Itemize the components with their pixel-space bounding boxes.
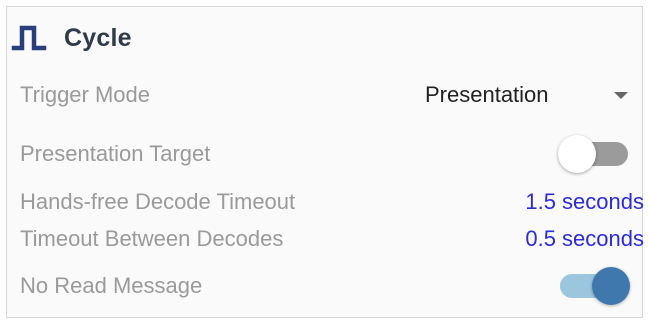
timeout-between-label: Timeout Between Decodes xyxy=(20,226,284,251)
no-read-message-toggle[interactable] xyxy=(560,267,630,305)
presentation-target-label: Presentation Target xyxy=(20,141,211,166)
dropdown-caret-icon xyxy=(614,92,628,99)
hands-free-timeout-label: Hands-free Decode Timeout xyxy=(20,189,296,214)
hands-free-timeout-value[interactable]: 1.5 seconds xyxy=(525,189,644,215)
section-title: Cycle xyxy=(64,23,132,52)
no-read-message-label: No Read Message xyxy=(20,273,203,298)
trigger-mode-value: Presentation xyxy=(425,82,549,107)
toggle-knob xyxy=(558,135,596,173)
section-header: Cycle xyxy=(10,18,132,58)
trigger-mode-select[interactable]: Presentation xyxy=(425,78,630,112)
timeout-between-value[interactable]: 0.5 seconds xyxy=(525,226,644,252)
presentation-target-toggle[interactable] xyxy=(558,135,628,173)
trigger-mode-label: Trigger Mode xyxy=(20,82,151,107)
pulse-wave-icon xyxy=(11,25,47,51)
toggle-knob xyxy=(592,267,630,305)
